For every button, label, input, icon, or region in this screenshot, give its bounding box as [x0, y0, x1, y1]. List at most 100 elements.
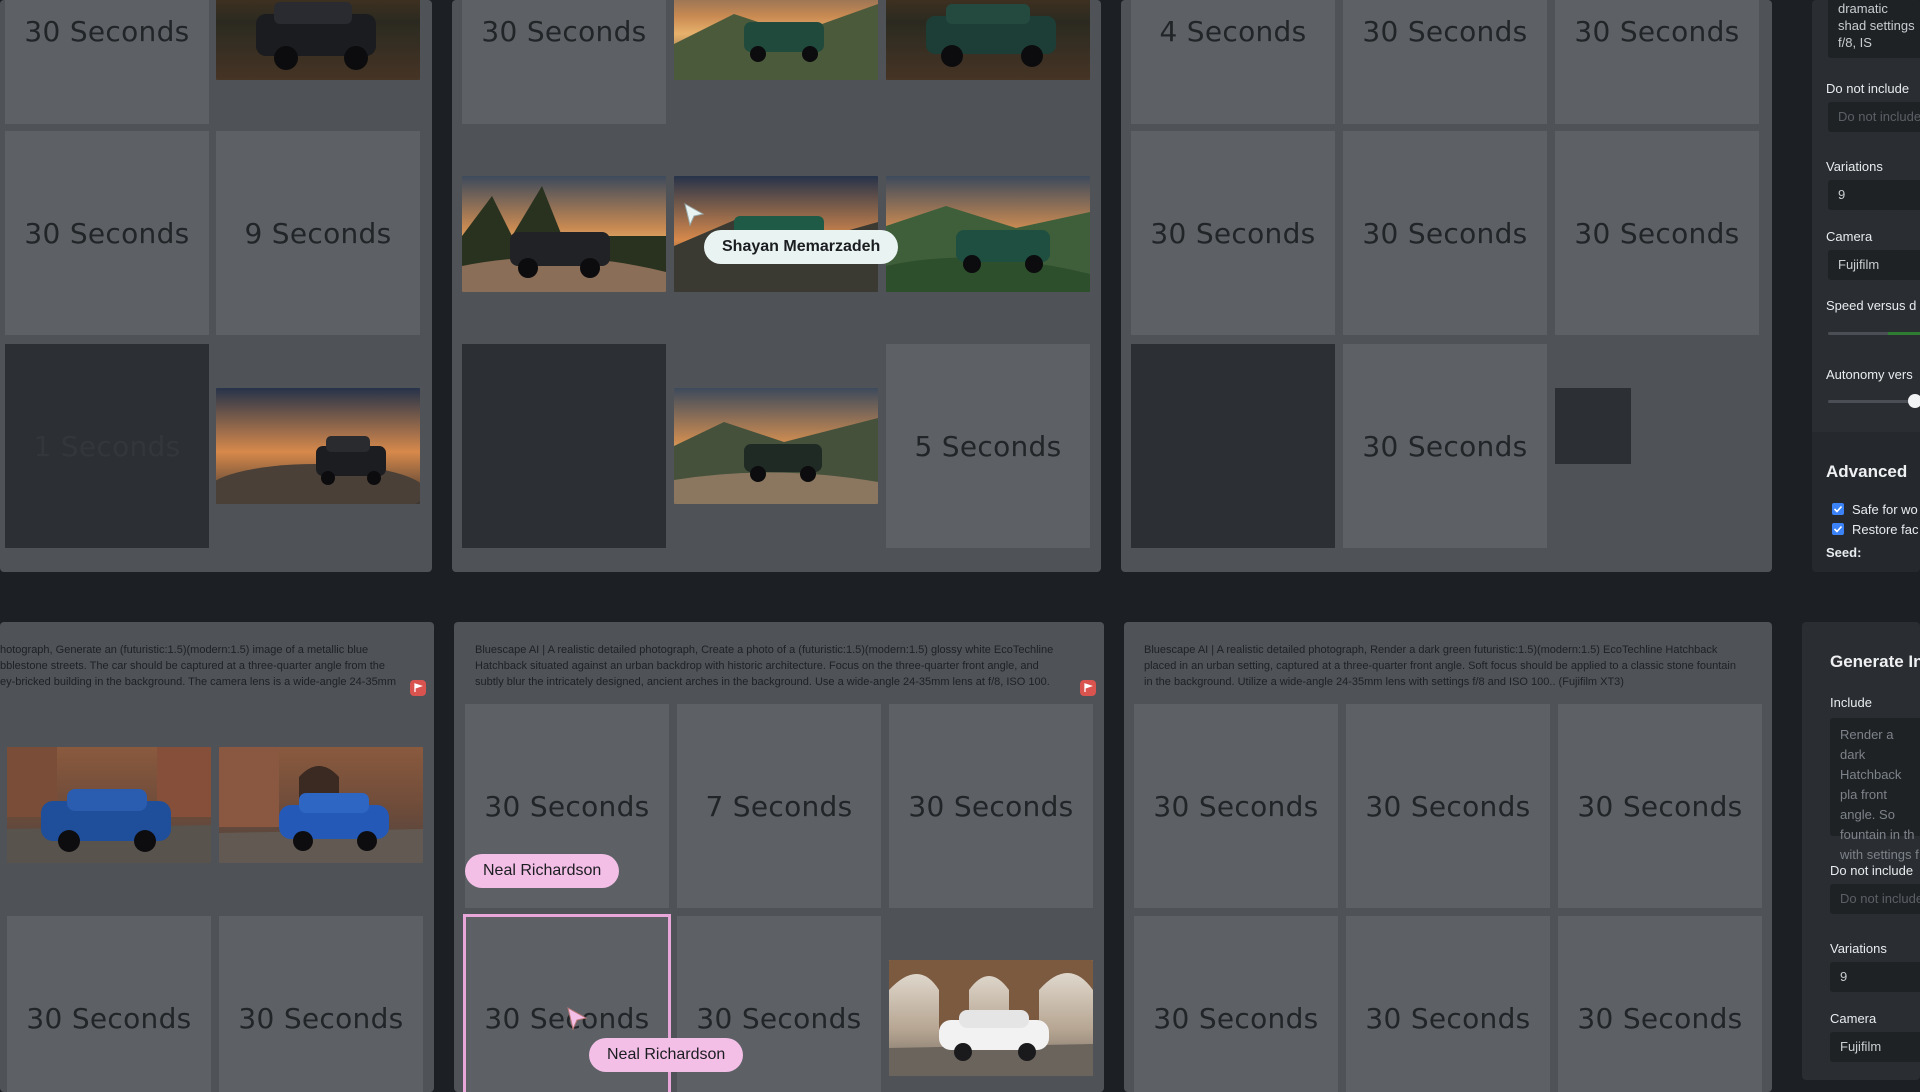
exclude-label: Do not include — [1830, 863, 1914, 878]
autonomy-label: Autonomy vers — [1826, 367, 1913, 382]
tile-countdown: 30 Seconds — [1577, 1001, 1743, 1035]
collaborator-tag: Neal Richardson — [465, 854, 620, 888]
tile-countdown: 30 Seconds — [696, 1001, 862, 1035]
tile-countdown: 30 Seconds — [1365, 1001, 1531, 1035]
generation-tile[interactable]: 30 Seconds — [889, 704, 1093, 908]
generation-tile[interactable]: 30 Seconds — [1134, 916, 1338, 1092]
include-prompt-text: dramatic shad settings f/8, IS — [1838, 1, 1915, 50]
camera-select[interactable]: Fujifilm — [1830, 1032, 1920, 1062]
seed-label: Seed: — [1826, 545, 1862, 560]
exclude-input[interactable]: Do not include — [1830, 884, 1920, 914]
tile-countdown: 5 Seconds — [914, 429, 1062, 463]
variations-input[interactable]: 9 — [1830, 962, 1920, 992]
safe-checkbox[interactable] — [1832, 503, 1844, 515]
collaborator-tag: Neal Richardson — [589, 1038, 744, 1072]
collaborator-name: Neal Richardson — [483, 862, 602, 879]
check-icon — [1833, 525, 1843, 533]
loading-placeholder — [1555, 388, 1631, 464]
generation-tile[interactable]: 30 Seconds — [7, 916, 211, 1092]
exclude-input[interactable]: Do not include — [1828, 102, 1920, 132]
generation-tile-loading[interactable]: 1 Seconds — [5, 344, 209, 548]
variations-input[interactable]: 9 — [1828, 180, 1920, 210]
generation-tile[interactable]: 30 Seconds — [462, 0, 666, 124]
advanced-heading: Advanced — [1826, 462, 1908, 481]
tile-countdown: 30 Seconds — [484, 789, 650, 823]
generated-image-thumbnail[interactable] — [674, 388, 878, 504]
autonomy-slider[interactable] — [1828, 400, 1920, 403]
tile-countdown: 30 Seconds — [1365, 789, 1531, 823]
camera-value: Fujifilm — [1840, 1039, 1882, 1054]
collaborator-tag: Shayan Memarzadeh — [704, 230, 899, 264]
collaborator-name: Shayan Memarzadeh — [722, 238, 881, 255]
include-prompt-field[interactable]: Render a dark Hatchback pla front angle.… — [1830, 718, 1920, 862]
generation-tile[interactable]: 30 Seconds — [1343, 0, 1547, 124]
tile-countdown: 30 Seconds — [238, 1001, 404, 1035]
generation-tile[interactable]: 30 Seconds — [1343, 344, 1547, 548]
include-prompt-field[interactable]: dramatic shad settings f/8, IS — [1828, 0, 1920, 58]
generated-image-thumbnail[interactable] — [886, 0, 1090, 80]
tile-countdown: 1 Seconds — [33, 429, 181, 463]
generation-tile[interactable]: 30 Seconds — [219, 916, 423, 1092]
generated-image-thumbnail[interactable] — [889, 960, 1093, 1076]
generated-image-thumbnail[interactable] — [7, 747, 211, 863]
tile-countdown: 30 Seconds — [1577, 789, 1743, 823]
generation-tile[interactable]: 30 Seconds — [1558, 916, 1762, 1092]
generation-tile[interactable]: 30 Seconds — [1346, 704, 1550, 908]
generation-panel-6: Bluescape AI | A realistic detailed phot… — [1124, 622, 1772, 1092]
generated-image-thumbnail[interactable] — [216, 0, 420, 80]
tile-countdown: 30 Seconds — [24, 216, 190, 250]
autonomy-slider-handle[interactable] — [1908, 394, 1920, 408]
check-icon — [1833, 505, 1843, 513]
tile-countdown: 30 Seconds — [1574, 15, 1740, 48]
restore-checkbox[interactable] — [1832, 523, 1844, 535]
generation-tile[interactable]: 30 Seconds — [1343, 131, 1547, 335]
tile-countdown: 30 Seconds — [24, 15, 190, 48]
restore-label: Restore fac — [1852, 522, 1919, 537]
prompt-text: hotograph, Generate an (futuristic:1.5)(… — [0, 644, 397, 688]
collaborator-cursor-icon — [567, 1007, 588, 1031]
flag-button[interactable] — [1080, 680, 1096, 696]
generation-tile[interactable]: 30 Seconds — [1558, 704, 1762, 908]
prompt-text: Bluescape AI | A realistic detailed phot… — [1144, 644, 1736, 688]
exclude-placeholder: Do not include — [1838, 109, 1920, 124]
generated-image-thumbnail[interactable] — [886, 176, 1090, 292]
generation-tile[interactable]: 30 Seconds — [1555, 131, 1759, 335]
generated-image-thumbnail[interactable] — [219, 747, 423, 863]
variations-label: Variations — [1826, 159, 1883, 174]
flag-button[interactable] — [410, 680, 426, 696]
generation-tile[interactable]: 9 Seconds — [216, 131, 420, 335]
generated-image-thumbnail[interactable] — [462, 176, 666, 292]
generation-tile[interactable]: 30 Seconds — [1131, 131, 1335, 335]
tile-countdown: 30 Seconds — [1153, 1001, 1319, 1035]
generate-heading: Generate In — [1830, 652, 1920, 671]
generation-tile[interactable]: 30 Seconds — [1555, 0, 1759, 124]
flag-icon — [414, 683, 423, 692]
generation-tile-loading[interactable] — [462, 344, 666, 548]
generated-image-thumbnail[interactable] — [674, 0, 878, 80]
flag-icon — [1084, 683, 1093, 692]
camera-value: Fujifilm — [1838, 257, 1880, 272]
tile-countdown: 4 Seconds — [1159, 15, 1307, 48]
tile-countdown: 30 Seconds — [481, 15, 647, 48]
tile-countdown: 30 Seconds — [1150, 216, 1316, 250]
generation-tile[interactable]: 30 Seconds — [5, 0, 209, 124]
generation-tile-loading[interactable] — [1131, 344, 1335, 548]
generation-tile[interactable]: 30 Seconds — [5, 131, 209, 335]
camera-label: Camera — [1826, 229, 1873, 244]
variations-value: 9 — [1838, 187, 1846, 202]
camera-label: Camera — [1830, 1011, 1877, 1026]
generation-tile[interactable]: 30 Seconds — [1346, 916, 1550, 1092]
tile-countdown: 9 Seconds — [244, 216, 392, 250]
generation-tile[interactable]: 30 Seconds — [1134, 704, 1338, 908]
speed-slider[interactable] — [1828, 332, 1920, 335]
generation-tile[interactable]: 7 Seconds — [677, 704, 881, 908]
include-prompt-text: Render a dark Hatchback pla front angle.… — [1840, 727, 1919, 862]
tile-countdown: 30 Seconds — [1574, 216, 1740, 250]
tile-countdown: 30 Seconds — [26, 1001, 192, 1035]
generation-tile[interactable]: 5 Seconds — [886, 344, 1090, 548]
generated-image-thumbnail[interactable] — [216, 388, 420, 504]
camera-select[interactable]: Fujifilm — [1828, 250, 1920, 280]
tile-countdown: 7 Seconds — [705, 789, 853, 823]
tile-countdown: 30 Seconds — [908, 789, 1074, 823]
generation-tile[interactable]: 4 Seconds — [1131, 0, 1335, 124]
